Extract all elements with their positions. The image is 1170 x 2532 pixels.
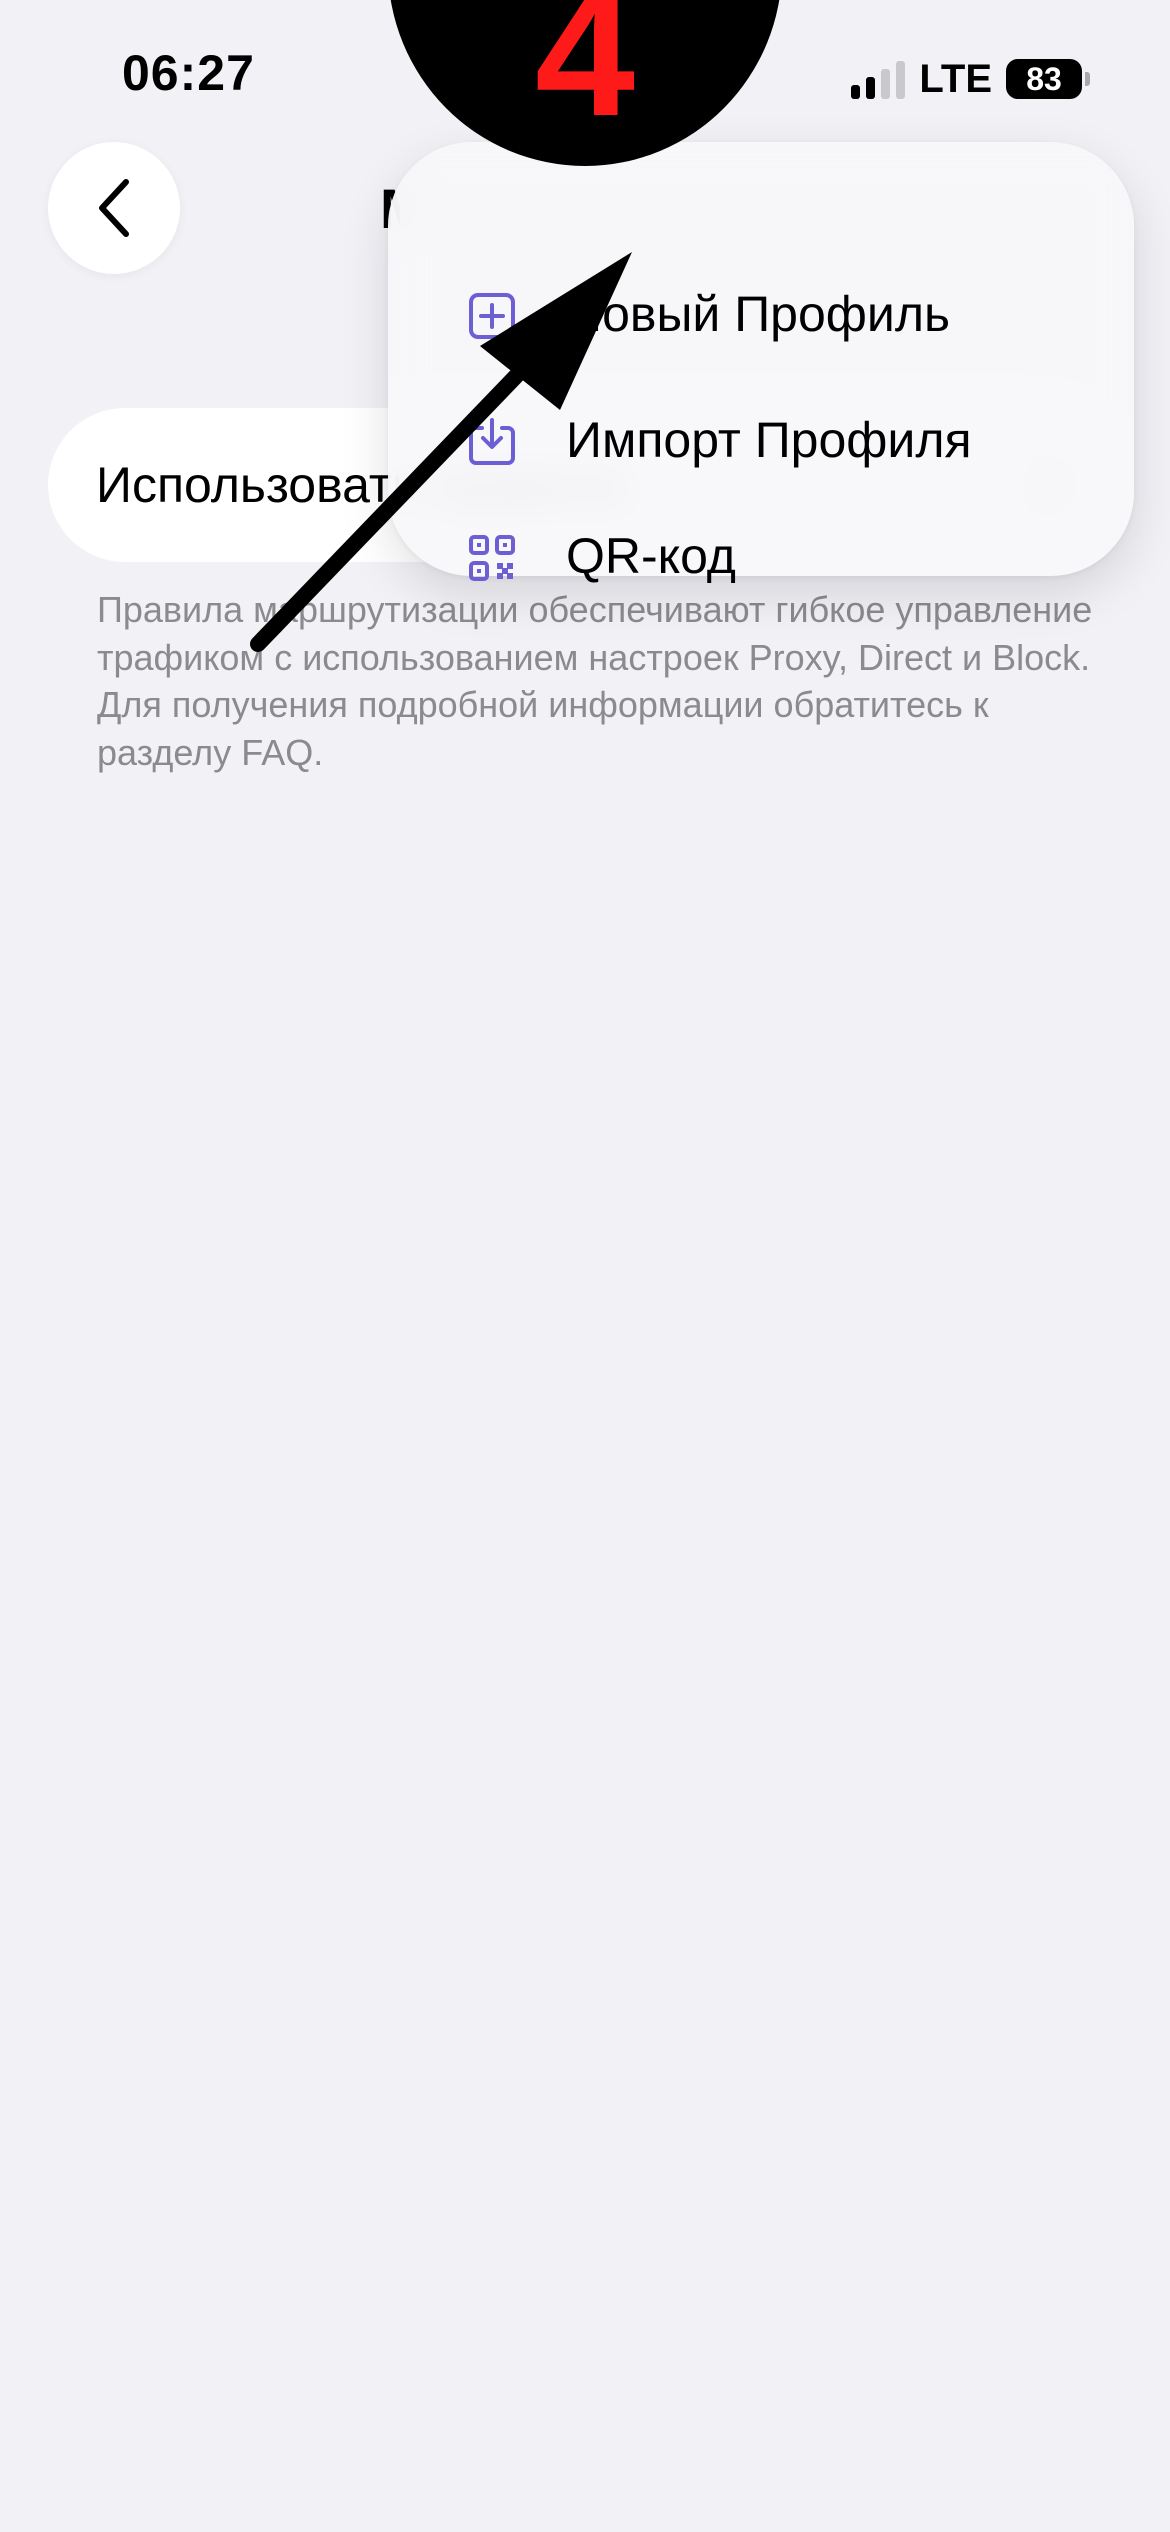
tutorial-step-number: 4 [534, 0, 636, 154]
plus-square-icon [469, 293, 515, 339]
cellular-signal-icon [851, 59, 906, 99]
menu-item-label: Новый Профиль [566, 286, 951, 342]
back-button[interactable] [48, 142, 180, 274]
menu-item-label: Импорт Профиля [566, 412, 972, 468]
menu-item-new-profile[interactable]: Новый Профиль [388, 254, 1134, 374]
status-time: 06:27 [122, 45, 255, 101]
status-indicators: LTE 83 [851, 54, 1090, 104]
battery-icon: 83 [1006, 59, 1090, 99]
rules-description: Правила маршрутизации обеспечивают гибко… [97, 586, 1097, 776]
battery-level: 83 [1006, 59, 1082, 99]
menu-item-label: QR-код [566, 528, 736, 584]
download-icon [469, 418, 515, 465]
description-line: Для получения подробной информации обрат… [97, 684, 989, 773]
tutorial-step-badge: 4 [388, 0, 782, 166]
qr-code-icon [469, 535, 515, 581]
menu-item-import-profile[interactable]: Импорт Профиля [388, 380, 1134, 500]
network-type-label: LTE [919, 56, 992, 101]
add-profile-menu: Новый Профиль Импорт Профиля QR-код [388, 142, 1134, 584]
chevron-left-icon [99, 179, 129, 237]
menu-item-qr-code[interactable]: QR-код [388, 506, 1134, 606]
